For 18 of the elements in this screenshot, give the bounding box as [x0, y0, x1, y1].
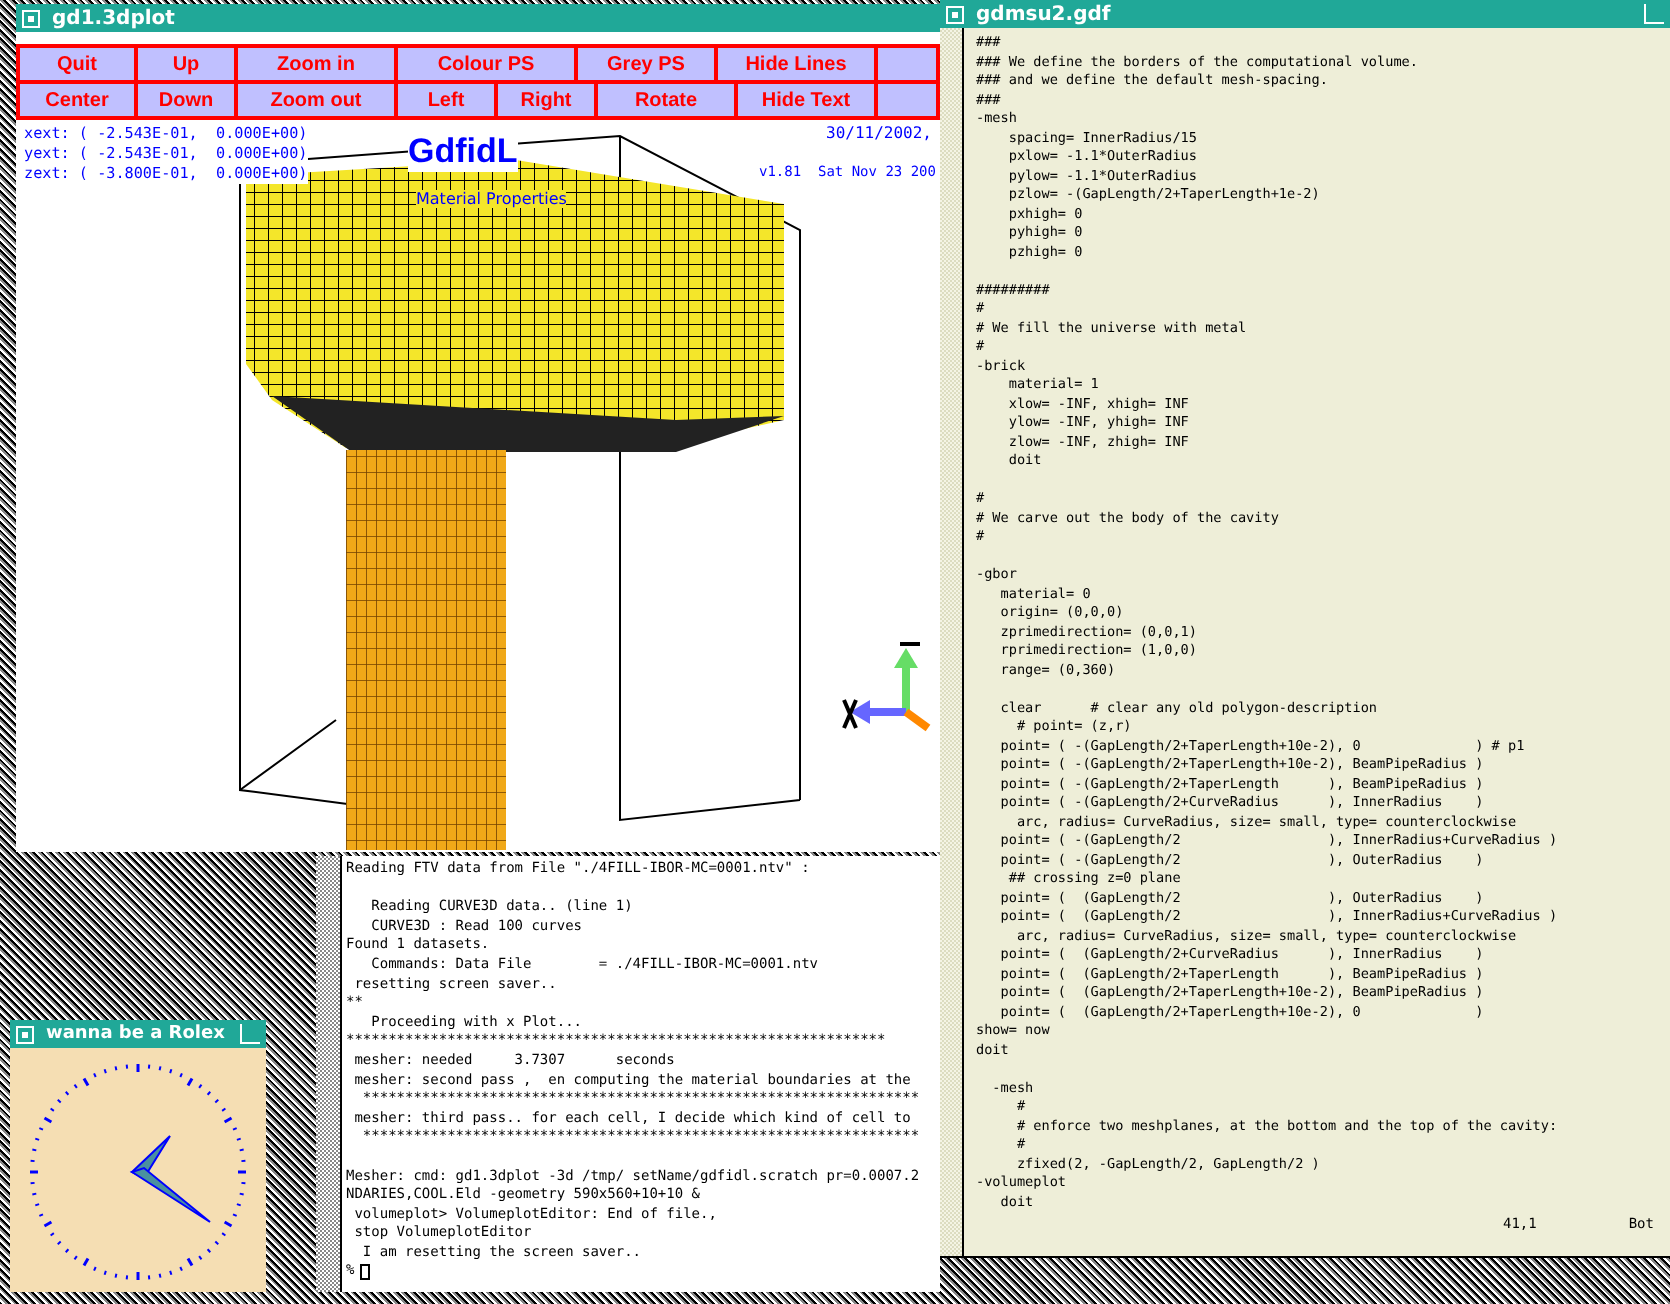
legend-label: Material Properties [416, 190, 567, 208]
window-menu-icon[interactable] [22, 9, 40, 27]
window-title: wanna be a Rolex [46, 1024, 225, 1044]
plot-title: GdfidL [408, 132, 518, 172]
window-title: gdmsu2.gdf [976, 3, 1111, 25]
window-menu-icon[interactable] [946, 5, 964, 23]
resize-icon[interactable] [240, 1024, 260, 1044]
scrollbar[interactable] [316, 856, 342, 1292]
text-cursor [360, 1264, 371, 1281]
resize-icon[interactable] [1644, 4, 1664, 24]
title-bar[interactable]: wanna be a Rolex [10, 1020, 266, 1048]
title-bar[interactable]: gdmsu2.gdf [940, 0, 1670, 28]
plot-date: 30/11/2002, [826, 124, 932, 142]
axis-triad-icon [842, 642, 931, 732]
title-bar[interactable]: gd1.3dplot [16, 4, 940, 32]
window-menu-icon[interactable] [16, 1025, 34, 1043]
scrollbar[interactable] [940, 28, 964, 1256]
window-title: gd1.3dplot [52, 7, 175, 29]
